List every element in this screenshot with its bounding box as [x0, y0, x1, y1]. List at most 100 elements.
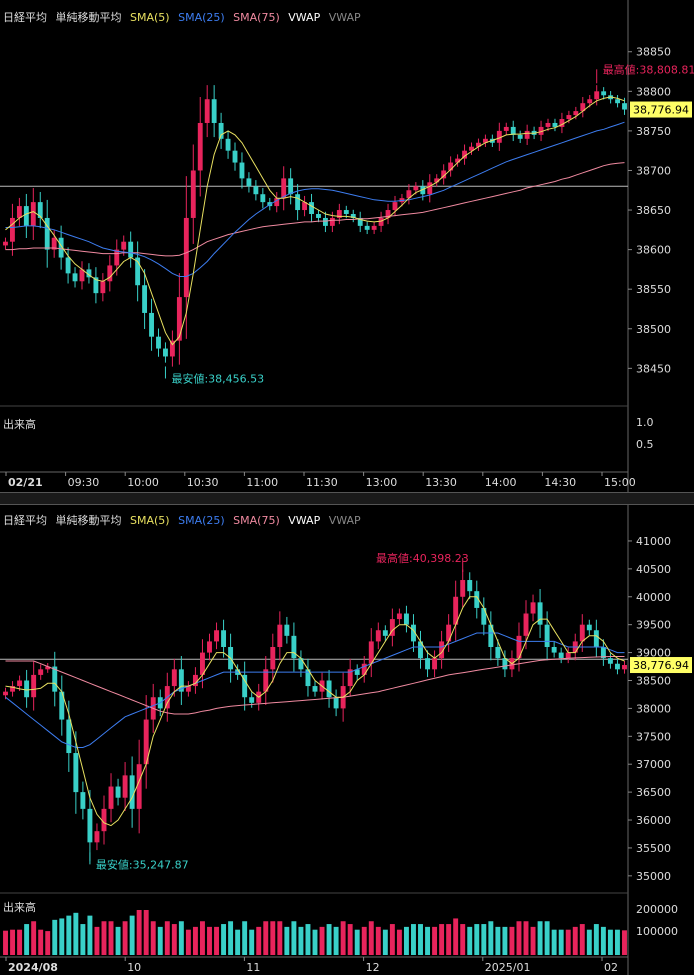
- volume-bar: [579, 924, 585, 955]
- candle-body: [94, 831, 100, 843]
- candle-body: [214, 630, 219, 642]
- volume-bar: [375, 926, 381, 955]
- daily-chart-panel[interactable]: 日経平均 単純移動平均 SMA(5) SMA(25) SMA(75) VWAP …: [0, 505, 694, 975]
- candle-body: [503, 126, 509, 131]
- candle-body: [100, 281, 106, 294]
- sma5-line: [5, 596, 625, 827]
- candle-body: [614, 663, 620, 670]
- x-tick-label: 14:30: [544, 476, 576, 489]
- intraday-chart-panel[interactable]: 日経平均 単純移動平均 SMA(5) SMA(25) SMA(75) VWAP …: [0, 0, 694, 492]
- candle-body: [156, 336, 161, 349]
- candle-body: [3, 241, 8, 246]
- y-tick-label: 39500: [636, 619, 671, 632]
- x-tick-label: 13:30: [425, 476, 457, 489]
- volume-bar: [586, 929, 592, 955]
- volume-bar: [235, 929, 241, 955]
- candle-body: [190, 170, 196, 218]
- candle-body: [17, 680, 23, 687]
- candle-body: [9, 217, 15, 242]
- y-tick-label: 38650: [636, 204, 671, 217]
- y-tick-label: 36000: [636, 814, 671, 827]
- volume-bar: [418, 924, 423, 955]
- volume-bar: [502, 926, 508, 955]
- volume-bar: [178, 921, 184, 955]
- y-tick-label: 38600: [636, 244, 671, 257]
- candle-body: [378, 217, 384, 226]
- sma75-line: [5, 162, 625, 257]
- y-tick-label: 38000: [636, 702, 671, 715]
- candle-body: [80, 792, 86, 809]
- candle-body: [207, 641, 212, 653]
- candle-body: [176, 297, 182, 341]
- candle-body: [72, 273, 78, 282]
- volume-bar: [530, 926, 536, 955]
- volume-bar: [73, 912, 79, 955]
- candle-body: [544, 624, 550, 647]
- candle-body: [246, 178, 252, 187]
- panel-splitter[interactable]: [0, 492, 694, 505]
- candle-body: [622, 665, 627, 670]
- volume-bar: [94, 926, 100, 955]
- volume-bar: [214, 926, 219, 955]
- candle-body: [427, 182, 433, 195]
- candle-body: [530, 602, 536, 614]
- candle-body: [312, 686, 318, 692]
- candle-body: [122, 775, 128, 798]
- volume-bar: [340, 921, 346, 955]
- x-tick-label: 15:00: [604, 476, 636, 489]
- x-tick-label: 11:00: [246, 476, 278, 489]
- volume-bar: [87, 915, 93, 955]
- candle-body: [579, 624, 585, 642]
- high-value-label: 最高値:38,808.81: [603, 62, 694, 76]
- candle-body: [481, 607, 487, 625]
- candle-body: [253, 186, 259, 195]
- x-tick-label: 11:30: [306, 476, 338, 489]
- candle-body: [270, 647, 276, 670]
- x-tick-label: 14:00: [485, 476, 517, 489]
- volume-tick-label: 100000: [636, 925, 678, 938]
- volume-bar: [544, 921, 550, 955]
- daily-chart-svg[interactable]: 4100040500400003950039000385003800037500…: [0, 505, 694, 975]
- x-tick-label: 10:00: [127, 476, 159, 489]
- volume-bar: [572, 926, 578, 955]
- volume-bar: [319, 926, 325, 955]
- candle-body: [249, 697, 255, 703]
- volume-bar: [249, 929, 255, 955]
- candle-body: [284, 624, 290, 636]
- candle-body: [204, 99, 210, 123]
- candle-body: [183, 217, 189, 298]
- candle-body: [467, 580, 473, 592]
- current-price-label: 38,776.94: [633, 659, 689, 672]
- volume-bar: [411, 924, 416, 955]
- volume-bar: [101, 921, 107, 955]
- volume-bar: [17, 929, 23, 955]
- volume-bar: [551, 929, 557, 955]
- candle-body: [3, 691, 8, 696]
- y-tick-label: 35000: [636, 870, 671, 883]
- candle-body: [601, 91, 607, 96]
- candle-body: [23, 206, 29, 226]
- volume-bar: [347, 924, 353, 955]
- volume-tick-label: 200000: [636, 903, 678, 916]
- candle-body: [309, 202, 314, 214]
- volume-bar: [80, 924, 86, 955]
- candle-body: [31, 674, 37, 698]
- candle-body: [281, 178, 287, 199]
- candle-body: [114, 249, 120, 266]
- volume-bar: [558, 929, 564, 955]
- y-tick-label: 35500: [636, 842, 671, 855]
- intraday-chart-svg[interactable]: 38850 38800 38750 38700 38650 38600 38550 38500…: [0, 0, 694, 492]
- x-tick-label: 11: [246, 961, 260, 974]
- candle-body: [432, 658, 438, 670]
- volume-bar: [354, 929, 360, 955]
- y-tick-label: 41000: [636, 535, 671, 548]
- candle-body: [573, 111, 579, 116]
- volume-bar: [52, 919, 58, 955]
- candle-body: [537, 602, 543, 625]
- candle-body: [87, 808, 93, 843]
- volume-bar: [284, 926, 290, 955]
- candle-body: [218, 122, 224, 139]
- volume-tick-label: 1.0: [636, 416, 654, 429]
- candle-body: [333, 697, 339, 709]
- candle-body: [392, 202, 398, 211]
